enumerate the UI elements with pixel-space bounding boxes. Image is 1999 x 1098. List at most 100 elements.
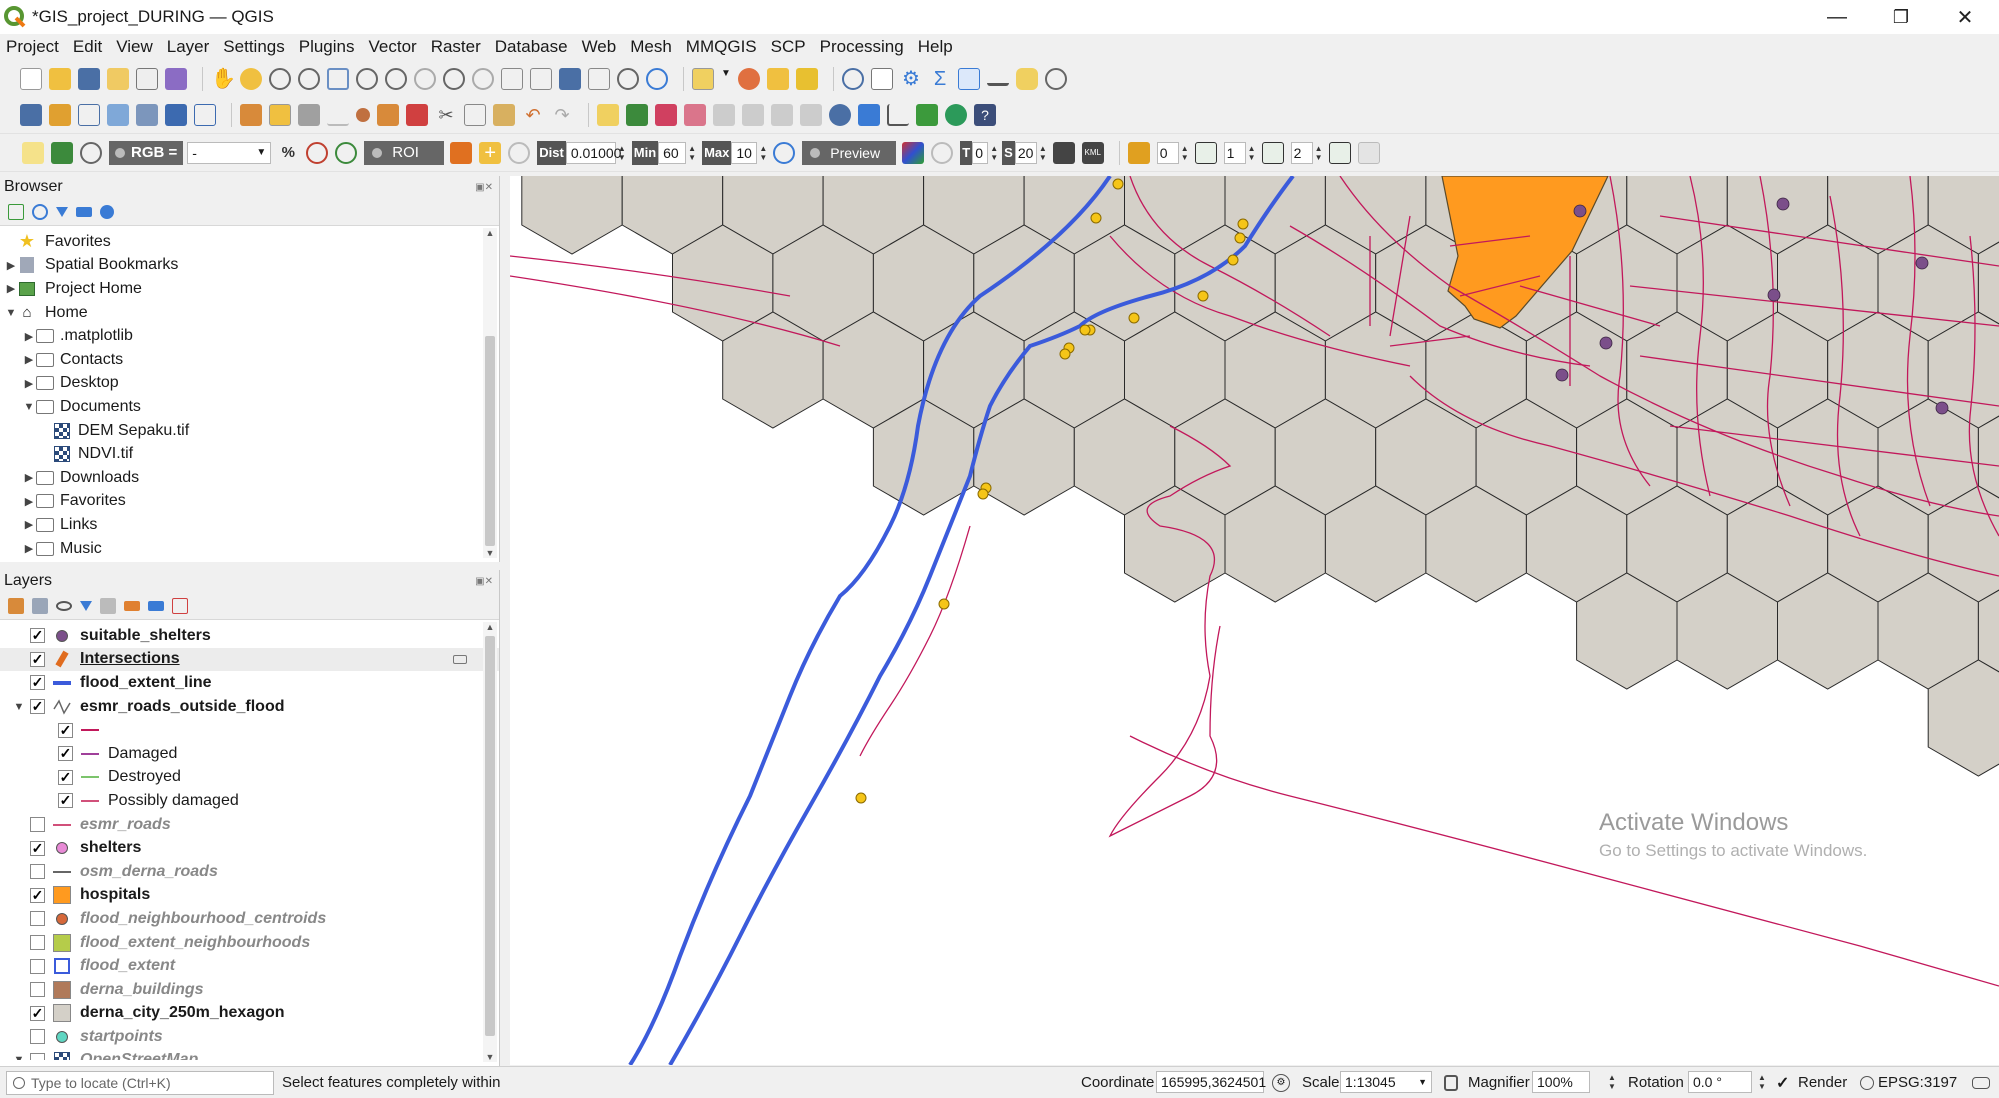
scroll-thumb[interactable]: [485, 336, 495, 546]
layer-row[interactable]: ✓ suitable_shelters: [0, 624, 499, 648]
save-project-icon[interactable]: [78, 67, 100, 90]
filter-expression-icon[interactable]: [100, 597, 116, 614]
attribute-table-icon[interactable]: [871, 67, 893, 90]
layer-row[interactable]: flood_neighbourhood_centroids: [0, 907, 499, 931]
layer-visibility-checkbox[interactable]: [30, 864, 45, 880]
add-vector-layer-icon[interactable]: [49, 103, 71, 126]
new-project-icon[interactable]: [20, 67, 42, 90]
menu-edit[interactable]: Edit: [73, 37, 102, 57]
rotation-input[interactable]: 0.0 °: [1688, 1071, 1752, 1093]
add-roi-icon[interactable]: +: [479, 141, 502, 164]
scroll-up-icon[interactable]: ▲: [483, 228, 497, 238]
modify-attributes-icon[interactable]: [377, 103, 399, 126]
toggle-editing-icon[interactable]: [269, 103, 291, 126]
zoom-selection-icon[interactable]: [356, 67, 378, 90]
add-wfs-icon[interactable]: [194, 103, 216, 126]
measure-icon[interactable]: [987, 72, 1009, 86]
menu-raster[interactable]: Raster: [431, 37, 481, 57]
expand-down-icon[interactable]: ▼: [22, 401, 36, 413]
rgb-select[interactable]: - ▼: [187, 141, 272, 164]
zoom-layer-icon[interactable]: [385, 67, 407, 90]
band-input-1[interactable]: 1: [1223, 141, 1246, 164]
layer-row[interactable]: ✓ derna_city_250m_hexagon: [0, 1002, 499, 1026]
t-input[interactable]: 0: [972, 141, 989, 164]
scroll-thumb[interactable]: [485, 636, 495, 1036]
max-spinner[interactable]: ▲ ▼: [759, 144, 767, 162]
add-selected-icon[interactable]: [8, 203, 24, 220]
new-map-view-icon[interactable]: [501, 67, 523, 90]
highlight-label-icon[interactable]: [684, 103, 706, 126]
layer-visibility-checkbox[interactable]: [30, 817, 45, 833]
layers-scrollbar[interactable]: ▲ ▼: [483, 622, 497, 1062]
remove-temp-files-icon[interactable]: [1052, 141, 1075, 164]
zoom-to-image-icon[interactable]: [80, 141, 102, 164]
lock-icon[interactable]: [1444, 1074, 1458, 1091]
layer-visibility-checkbox[interactable]: ✓: [30, 651, 45, 667]
expand-down-icon[interactable]: ▼: [12, 701, 26, 713]
expand-right-icon[interactable]: ▶: [4, 282, 18, 295]
zoom-roi-icon[interactable]: [335, 141, 358, 164]
show-hide-label-icon[interactable]: [800, 103, 822, 126]
visibility-eye-icon[interactable]: [56, 600, 72, 611]
add-spatialite-icon[interactable]: [107, 103, 129, 126]
layer-visibility-checkbox[interactable]: ✓: [58, 769, 73, 785]
identify-icon[interactable]: [842, 67, 864, 90]
menu-database[interactable]: Database: [495, 37, 568, 57]
locator-box[interactable]: Type to locate (Ctrl+K): [6, 1070, 274, 1095]
layer-visibility-checkbox[interactable]: ✓: [30, 628, 45, 644]
kml-icon[interactable]: KML: [1081, 141, 1104, 164]
menu-mmqgis[interactable]: MMQGIS: [686, 37, 757, 57]
add-raster-icon[interactable]: [165, 103, 187, 126]
zoom-out-icon[interactable]: [298, 67, 320, 90]
menu-vector[interactable]: Vector: [369, 37, 417, 57]
layer-row[interactable]: ✓ shelters: [0, 836, 499, 860]
browser-item[interactable]: ▶ Spatial Bookmarks: [0, 254, 499, 278]
layer-visibility-checkbox[interactable]: ✓: [58, 793, 73, 809]
layer-visibility-checkbox[interactable]: [30, 911, 45, 927]
browser-item[interactable]: ▶ Project Home: [0, 277, 499, 301]
layer-row[interactable]: osm_derna_roads: [0, 860, 499, 884]
select-location-icon[interactable]: [796, 67, 818, 90]
band-spinner-2[interactable]: ▲ ▼: [1315, 144, 1323, 162]
menu-plugins[interactable]: Plugins: [299, 37, 355, 57]
zoom-native-icon[interactable]: [414, 67, 436, 90]
scroll-up-icon[interactable]: ▲: [483, 622, 497, 632]
vertex-tool-icon[interactable]: [356, 107, 370, 122]
layer-visibility-checkbox[interactable]: [30, 1052, 45, 1060]
zoom-last-icon[interactable]: [443, 67, 465, 90]
band-spinner-1[interactable]: ▲ ▼: [1248, 144, 1256, 162]
expand-right-icon[interactable]: ▶: [22, 353, 36, 366]
magnifier-spinner[interactable]: ▲ ▼: [1608, 1073, 1616, 1091]
browser-item[interactable]: DEM Sepaku.tif: [0, 419, 499, 443]
save-edits-icon[interactable]: [298, 103, 320, 126]
label-tool-icon[interactable]: [597, 103, 619, 126]
render-checkbox[interactable]: ✓: [1776, 1073, 1789, 1093]
float-close-icon[interactable]: ▣✕: [475, 182, 493, 193]
layer-visibility-checkbox[interactable]: ✓: [58, 746, 73, 762]
band-spinner-0[interactable]: ▲ ▼: [1181, 144, 1189, 162]
layer-row[interactable]: flood_extent_neighbourhoods: [0, 931, 499, 955]
cut-icon[interactable]: ✂: [435, 104, 457, 126]
python-console-icon[interactable]: [858, 103, 880, 126]
classification-preview-icon[interactable]: [902, 141, 925, 164]
layer-row[interactable]: ▼ ✓ esmr_roads_outside_flood: [0, 695, 499, 719]
map-svg[interactable]: Activate Windows Go to Settings to activ…: [510, 176, 1999, 1065]
expand-right-icon[interactable]: ▶: [22, 495, 36, 508]
layer-visibility-checkbox[interactable]: ✓: [30, 675, 45, 691]
globe-crs-icon[interactable]: [1860, 1075, 1874, 1090]
deselect-icon[interactable]: [767, 67, 789, 90]
qgis-cloud-icon[interactable]: [945, 103, 967, 126]
scale-select[interactable]: 1:13045 ▼: [1340, 1071, 1432, 1093]
refresh-icon[interactable]: [32, 203, 48, 220]
band-next-icon-3[interactable]: [1328, 141, 1351, 164]
expand-right-icon[interactable]: ▶: [22, 377, 36, 390]
add-wms-icon[interactable]: [136, 103, 158, 126]
menu-mesh[interactable]: Mesh: [630, 37, 672, 57]
delete-selected-icon[interactable]: [406, 103, 428, 126]
band-input-0[interactable]: 0: [1156, 141, 1179, 164]
expand-all-icon[interactable]: [124, 600, 140, 611]
radio-icon[interactable]: [115, 147, 125, 158]
layer-row[interactable]: derna_buildings: [0, 978, 499, 1002]
collapse-all-icon[interactable]: [148, 600, 164, 611]
expand-right-icon[interactable]: ▶: [22, 330, 36, 343]
